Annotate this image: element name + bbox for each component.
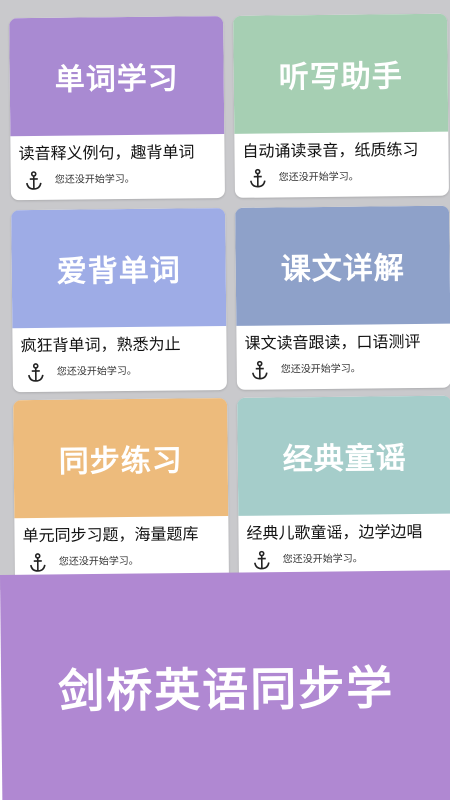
- card-banner: 经典童谣: [237, 395, 450, 516]
- card-description: 疯狂背单词，熟悉为止: [20, 334, 181, 356]
- card-title: 听写助手: [278, 59, 403, 96]
- card-classic-rhymes[interactable]: 经典童谣 经典儿歌童谣，边学边唱 您还没开始学习。: [237, 395, 450, 580]
- app-title: 剑桥英语同步学: [57, 660, 395, 719]
- card-status: 您还没开始学习。: [56, 365, 137, 378]
- anchor-icon: [245, 166, 271, 192]
- card-banner: 课文详解: [235, 205, 450, 326]
- card-status-row: 您还没开始学习。: [237, 352, 450, 384]
- card-banner: 同步练习: [13, 397, 229, 519]
- card-status: 您还没开始学习。: [58, 555, 139, 568]
- feature-grid: 单词学习 读音释义例句，趣背单词 您还没开始学习。 听写助手 自动诵读录音，纸质…: [0, 0, 450, 592]
- anchor-icon: [247, 358, 273, 384]
- card-banner: 爱背单词: [11, 207, 227, 329]
- card-description: 自动诵读录音，纸质练习: [242, 139, 419, 161]
- card-title: 单词学习: [54, 61, 179, 98]
- card-title: 经典童谣: [282, 441, 407, 478]
- anchor-icon: [25, 550, 51, 576]
- card-description: 课文读音跟读，口语测评: [244, 331, 421, 353]
- card-description: 经典儿歌童谣，边学边唱: [246, 521, 423, 543]
- card-status: 您还没开始学习。: [54, 173, 135, 186]
- card-banner: 单词学习: [9, 16, 225, 137]
- card-title: 同步练习: [58, 443, 183, 480]
- anchor-icon: [23, 360, 49, 386]
- card-status-row: 您还没开始学习。: [15, 544, 229, 576]
- card-status-row: 您还没开始学习。: [239, 542, 450, 574]
- card-description: 读音释义例句，趣背单词: [18, 142, 195, 164]
- anchor-icon: [21, 168, 47, 194]
- card-title: 课文详解: [280, 251, 405, 288]
- anchor-icon: [249, 547, 275, 573]
- app-screen: 单词学习 读音释义例句，趣背单词 您还没开始学习。 听写助手 自动诵读录音，纸质…: [0, 0, 450, 800]
- card-status: 您还没开始学习。: [278, 171, 359, 183]
- card-status: 您还没开始学习。: [282, 553, 363, 565]
- card-dictation-helper[interactable]: 听写助手 自动诵读录音，纸质练习 您还没开始学习。: [233, 13, 449, 198]
- card-text-explanation[interactable]: 课文详解 课文读音跟读，口语测评 您还没开始学习。: [235, 205, 450, 390]
- card-sync-practice[interactable]: 同步练习 单元同步习题，海量题库 您还没开始学习。: [13, 397, 229, 583]
- card-status-row: 您还没开始学习。: [11, 162, 225, 194]
- card-banner: 听写助手: [233, 13, 449, 134]
- card-status-row: 您还没开始学习。: [13, 354, 227, 386]
- card-word-learning[interactable]: 单词学习 读音释义例句，趣背单词 您还没开始学习。: [9, 16, 225, 201]
- card-title: 爱背单词: [56, 253, 181, 290]
- footer-banner: 剑桥英语同步学: [0, 570, 450, 800]
- card-love-words[interactable]: 爱背单词 疯狂背单词，熟悉为止 您还没开始学习。: [11, 207, 227, 393]
- card-status: 您还没开始学习。: [280, 363, 361, 375]
- card-status-row: 您还没开始学习。: [235, 160, 449, 192]
- card-description: 单元同步习题，海量题库: [22, 524, 199, 546]
